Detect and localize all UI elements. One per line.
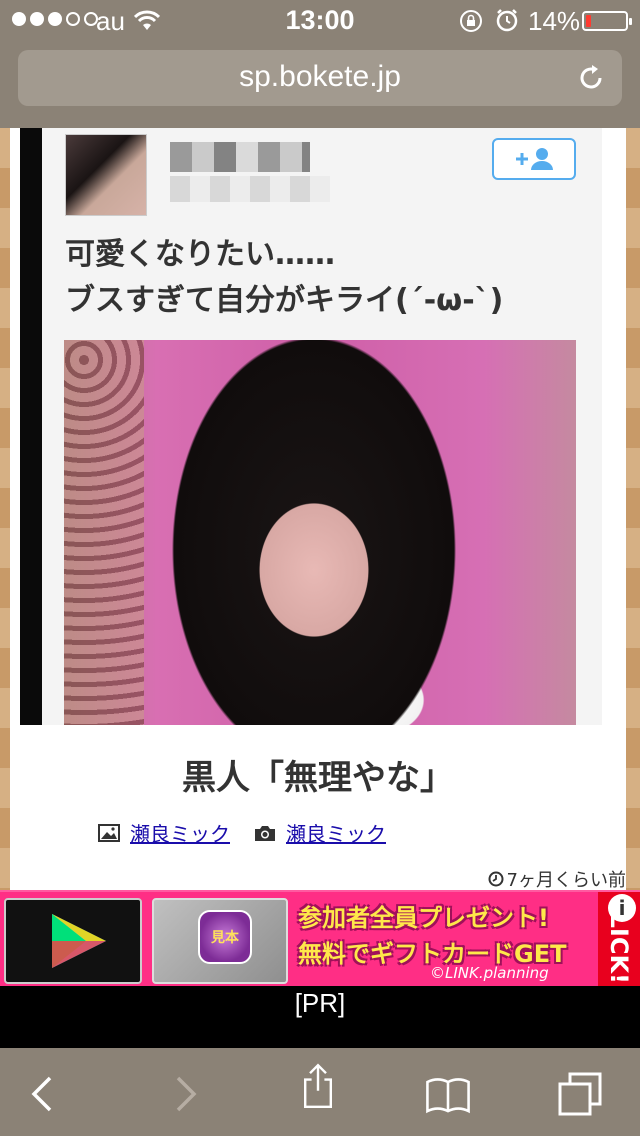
ad-play-card bbox=[4, 898, 142, 984]
ad-app-card: 見本 bbox=[152, 898, 288, 984]
timestamp-text: 7ヶ月くらい前 bbox=[506, 870, 626, 891]
ad-info-icon[interactable]: i bbox=[608, 894, 636, 922]
reload-icon[interactable] bbox=[576, 63, 606, 93]
tweet-text-line-1: 可愛くなりたい…… bbox=[65, 237, 335, 272]
photo-credit: 瀬良ミック bbox=[254, 818, 386, 847]
battery-percentage: 14% bbox=[528, 6, 581, 36]
post-caption: 黒人「無理やな」 bbox=[182, 758, 454, 798]
avatar bbox=[65, 134, 147, 216]
image-credit: 瀬良ミック bbox=[98, 818, 230, 847]
battery-icon bbox=[582, 11, 632, 31]
battery-level-fill bbox=[586, 15, 591, 27]
tweet-photo bbox=[64, 340, 576, 725]
clock-icon bbox=[488, 871, 504, 887]
ad-banner[interactable]: 見本 参加者全員プレゼント! 無料でギフトカードGET ©LINK.planni… bbox=[0, 890, 640, 986]
photo-author-link[interactable]: 瀬良ミック bbox=[286, 818, 386, 847]
alarm-icon bbox=[496, 9, 518, 32]
wood-background-left bbox=[0, 128, 10, 890]
browser-toolbar bbox=[0, 1048, 640, 1136]
bookmarks-icon[interactable] bbox=[424, 1070, 472, 1118]
post-image[interactable]: 可愛くなりたい…… ブスすぎて自分がキライ(´-ω-`) bbox=[20, 128, 602, 725]
ad-app-icon: 見本 bbox=[198, 910, 252, 964]
tabs-icon[interactable] bbox=[556, 1070, 604, 1118]
tweet-text: 可愛くなりたい…… ブスすぎて自分がキライ(´-ω-`) bbox=[65, 232, 585, 324]
leopard-pattern bbox=[64, 340, 144, 725]
ad-copyright: ©LINK.planning bbox=[430, 964, 549, 982]
url-text[interactable]: sp.bokete.jp bbox=[18, 60, 622, 94]
status-bar: au 13:00 14% bbox=[0, 0, 640, 40]
share-icon[interactable] bbox=[294, 1062, 342, 1110]
add-user-icon bbox=[516, 148, 553, 170]
address-bar[interactable]: sp.bokete.jp bbox=[18, 50, 622, 106]
forward-icon[interactable] bbox=[160, 1070, 208, 1118]
image-icon bbox=[98, 823, 120, 842]
pixelated-username bbox=[170, 142, 310, 172]
pixelated-handle bbox=[170, 176, 330, 202]
follow-button bbox=[492, 138, 576, 180]
pr-label: [PR] bbox=[294, 988, 346, 1018]
play-store-icon bbox=[52, 914, 106, 968]
post-card: 可愛くなりたい…… ブスすぎて自分がキライ(´-ω-`) 黒人「無理やな」 瀬良… bbox=[10, 128, 626, 892]
ad-headline-1: 参加者全員プレゼント! bbox=[298, 904, 549, 932]
tweet-screenshot: 可愛くなりたい…… ブスすぎて自分がキライ(´-ω-`) bbox=[42, 128, 602, 725]
tweet-text-line-2: ブスすぎて自分がキライ(´-ω-`) bbox=[65, 283, 504, 318]
browser-top-chrome: au 13:00 14% sp.bokete.jp bbox=[0, 0, 640, 128]
back-icon[interactable] bbox=[20, 1070, 68, 1118]
image-author-link[interactable]: 瀬良ミック bbox=[130, 818, 230, 847]
wood-background-right bbox=[626, 128, 640, 890]
camera-icon bbox=[255, 825, 275, 841]
page-content: 可愛くなりたい…… ブスすぎて自分がキライ(´-ω-`) 黒人「無理やな」 瀬良… bbox=[0, 128, 640, 892]
post-timestamp: 7ヶ月くらい前 bbox=[488, 866, 626, 892]
rotation-lock-icon bbox=[460, 10, 482, 32]
